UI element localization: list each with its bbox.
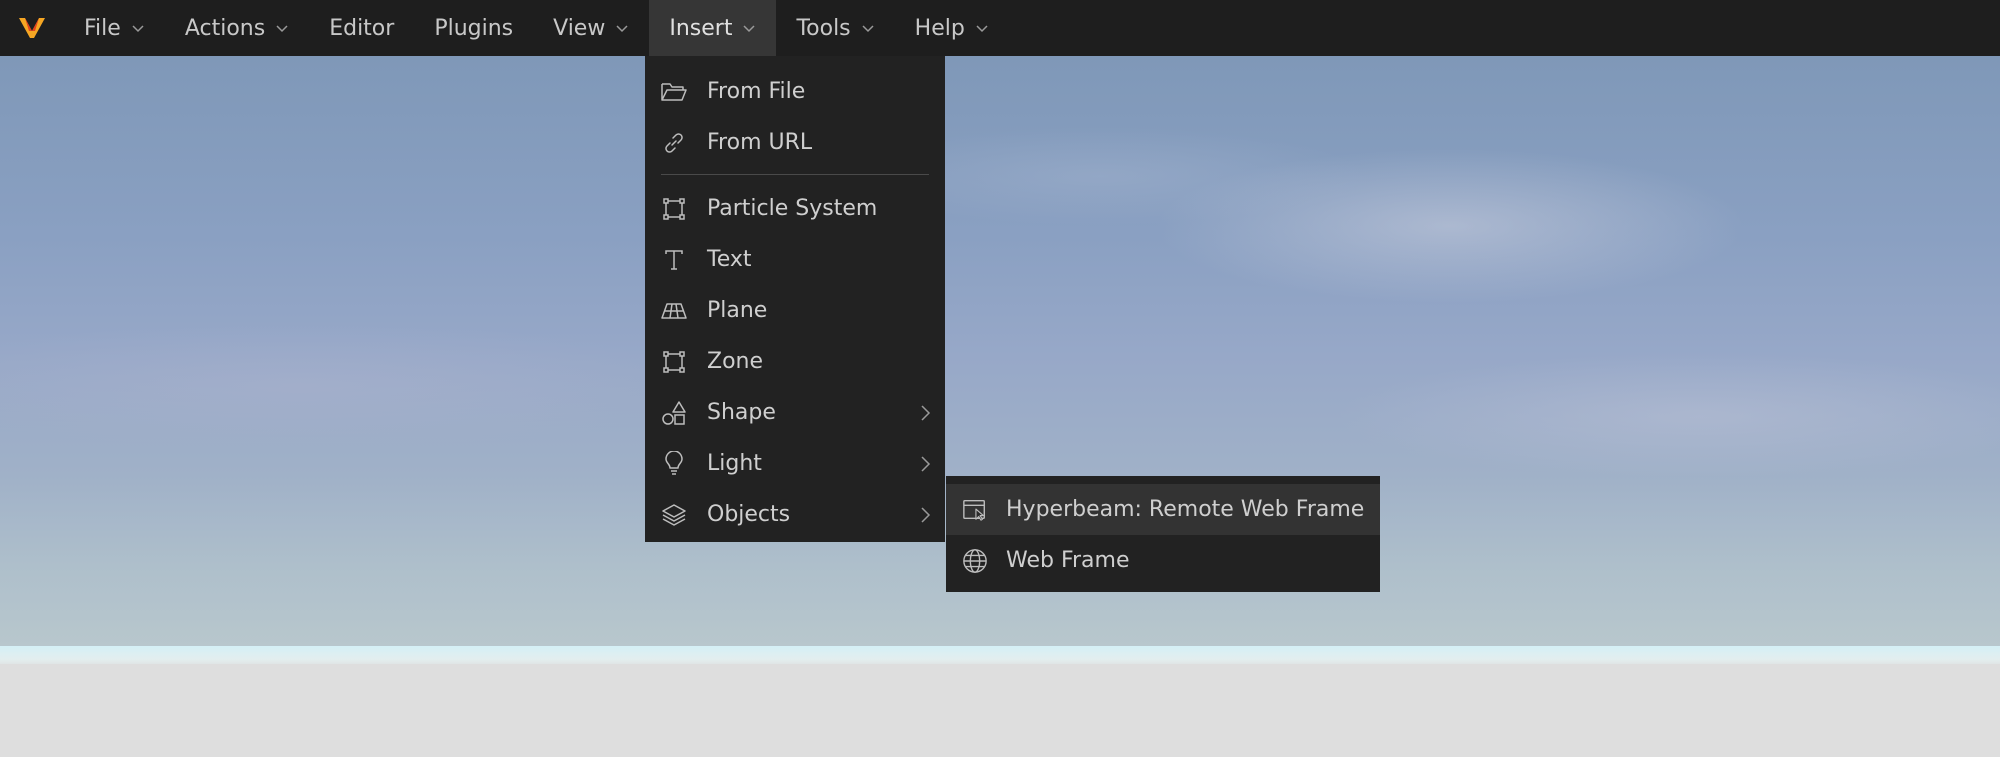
lightbulb-icon bbox=[661, 450, 687, 477]
insert-zone[interactable]: Zone bbox=[645, 336, 945, 387]
chevron-down-icon bbox=[132, 25, 144, 33]
scene-viewport[interactable] bbox=[0, 0, 2000, 757]
insert-from-file-label: From File bbox=[707, 79, 806, 104]
app-logo-icon[interactable] bbox=[0, 0, 64, 56]
insert-from-file[interactable]: From File bbox=[645, 66, 945, 117]
chevron-down-icon bbox=[976, 25, 988, 33]
insert-particle-system[interactable]: Particle System bbox=[645, 183, 945, 234]
shapes-icon bbox=[661, 400, 687, 426]
menu-file[interactable]: File bbox=[64, 0, 165, 56]
link-icon bbox=[661, 130, 687, 156]
menu-view-label: View bbox=[553, 15, 606, 41]
insert-text-label: Text bbox=[707, 247, 752, 272]
menu-insert-label: Insert bbox=[669, 15, 733, 41]
menu-help-label: Help bbox=[914, 15, 965, 41]
menu-divider bbox=[661, 174, 929, 175]
chevron-down-icon bbox=[862, 25, 874, 33]
menu-actions-label: Actions bbox=[184, 15, 266, 41]
insert-plane[interactable]: Plane bbox=[645, 285, 945, 336]
menu-actions[interactable]: Actions bbox=[165, 0, 309, 56]
bounding-box-icon bbox=[661, 349, 687, 375]
insert-particle-system-label: Particle System bbox=[707, 196, 878, 221]
chevron-down-icon bbox=[276, 25, 288, 33]
insert-plane-label: Plane bbox=[707, 298, 768, 323]
insert-from-url-label: From URL bbox=[707, 130, 813, 155]
menu-view[interactable]: View bbox=[533, 0, 649, 56]
menu-plugins-label: Plugins bbox=[434, 15, 514, 41]
menu-plugins[interactable]: Plugins bbox=[414, 0, 533, 56]
plane-grid-icon bbox=[661, 298, 687, 324]
menu-help[interactable]: Help bbox=[895, 0, 1009, 56]
menu-insert[interactable]: Insert bbox=[649, 0, 777, 56]
chevron-down-icon bbox=[616, 25, 628, 33]
insert-zone-label: Zone bbox=[707, 349, 764, 374]
globe-icon bbox=[962, 548, 988, 574]
chevron-right-icon bbox=[921, 506, 931, 523]
bounding-box-icon bbox=[661, 196, 687, 222]
menu-editor[interactable]: Editor bbox=[309, 0, 414, 56]
insert-from-url[interactable]: From URL bbox=[645, 117, 945, 168]
insert-light-label: Light bbox=[707, 451, 762, 476]
objects-web-frame[interactable]: Web Frame bbox=[946, 535, 1380, 586]
menu-file-label: File bbox=[84, 15, 121, 41]
folder-open-icon bbox=[661, 79, 687, 105]
insert-shape-label: Shape bbox=[707, 400, 776, 425]
text-icon bbox=[661, 247, 687, 273]
insert-objects[interactable]: Objects bbox=[645, 489, 945, 540]
objects-hyperbeam-remote-web-frame[interactable]: Hyperbeam: Remote Web Frame bbox=[946, 484, 1380, 535]
menu-editor-label: Editor bbox=[329, 15, 395, 41]
objects-hyperbeam-label: Hyperbeam: Remote Web Frame bbox=[1006, 497, 1365, 522]
chevron-right-icon bbox=[921, 455, 931, 472]
objects-web-frame-label: Web Frame bbox=[1006, 548, 1130, 573]
objects-submenu: Hyperbeam: Remote Web Frame Web Frame bbox=[946, 476, 1380, 592]
insert-objects-label: Objects bbox=[707, 502, 791, 527]
menu-tools-label: Tools bbox=[796, 15, 851, 41]
insert-text[interactable]: Text bbox=[645, 234, 945, 285]
web-window-cursor-icon bbox=[962, 497, 988, 523]
menu-tools[interactable]: Tools bbox=[776, 0, 894, 56]
insert-dropdown-menu: From File From URL Particle System Text … bbox=[645, 56, 945, 542]
chevron-right-icon bbox=[921, 404, 931, 421]
chevron-down-icon bbox=[743, 25, 755, 33]
layers-icon bbox=[661, 502, 687, 528]
top-menubar: File Actions Editor Plugins View Insert … bbox=[0, 0, 2000, 56]
insert-shape[interactable]: Shape bbox=[645, 387, 945, 438]
ground-plane bbox=[0, 664, 2000, 757]
insert-light[interactable]: Light bbox=[645, 438, 945, 489]
